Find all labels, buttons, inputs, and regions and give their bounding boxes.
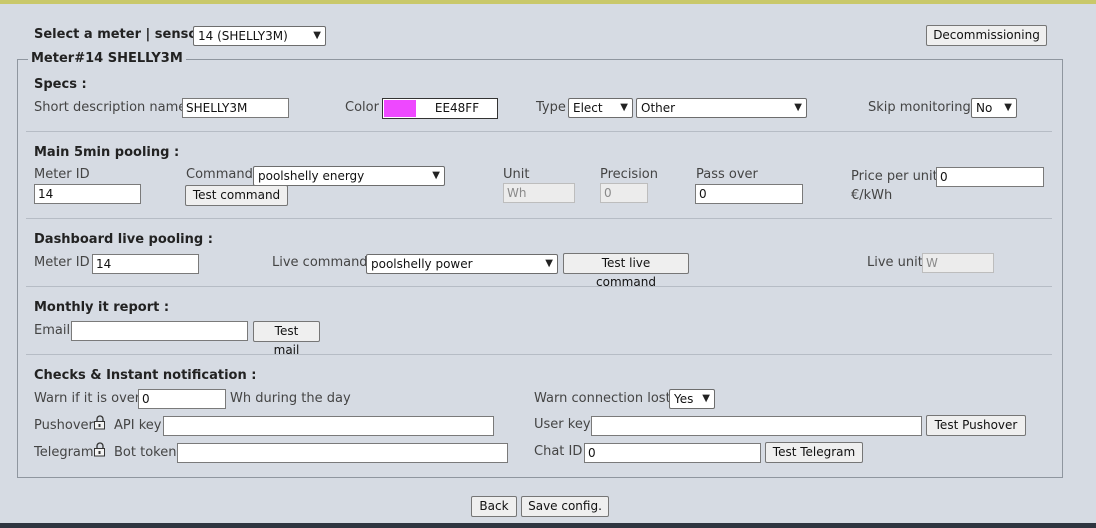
type-select-value: Elect [573, 101, 603, 115]
short-desc-label: Short description name [34, 100, 187, 115]
warn-over-input[interactable] [138, 389, 226, 409]
price-per-unit-label: Price per unit [851, 169, 938, 184]
warn-over-label: Warn if it is over [34, 391, 141, 406]
meter-id-label: Meter ID [34, 167, 90, 182]
pass-over-label: Pass over [696, 167, 758, 182]
padlock-icon[interactable] [93, 442, 108, 457]
monthly-report-title: Monthly it report : [34, 300, 170, 315]
subtype-select[interactable]: Other ▼ [636, 98, 807, 118]
live-pooling-title: Dashboard live pooling : [34, 232, 213, 247]
bot-token-input[interactable] [177, 443, 508, 463]
checks-title: Checks & Instant notification : [34, 368, 257, 383]
command-select[interactable]: poolshelly energy ▼ [253, 166, 445, 186]
chevron-down-icon: ▼ [620, 102, 628, 113]
pass-over-input[interactable] [695, 184, 803, 204]
unit-input [503, 183, 575, 203]
color-input[interactable]: EE48FF [382, 98, 498, 119]
specs-title: Specs : [34, 77, 87, 92]
chevron-down-icon: ▼ [432, 170, 440, 181]
chevron-down-icon: ▼ [545, 258, 553, 269]
meter-select[interactable]: 14 (SHELLY3M) ▼ [193, 26, 326, 46]
taskbar-strip [0, 523, 1096, 528]
telegram-label: Telegram [34, 445, 94, 460]
pushover-label: Pushover [34, 418, 94, 433]
color-swatch [384, 100, 416, 117]
type-select[interactable]: Elect ▼ [568, 98, 633, 118]
meter-select-value: 14 (SHELLY3M) [198, 29, 288, 43]
unit-label: Unit [503, 167, 530, 182]
email-input[interactable] [71, 321, 248, 341]
warn-connection-select[interactable]: Yes ▼ [669, 389, 715, 409]
live-meter-id-label: Meter ID [34, 255, 90, 270]
skip-monitoring-value: No [976, 101, 993, 115]
user-key-input[interactable] [591, 416, 922, 436]
type-label: Type [536, 100, 566, 115]
top-accent-bar [0, 0, 1096, 4]
meter-id-input[interactable] [34, 184, 141, 204]
select-meter-label: Select a meter | sensor : [34, 27, 214, 42]
live-command-select-value: poolshelly power [371, 257, 473, 271]
chevron-down-icon: ▼ [1004, 102, 1012, 113]
test-command-button[interactable]: Test command [185, 185, 288, 206]
command-select-value: poolshelly energy [258, 169, 365, 183]
chevron-down-icon: ▼ [313, 30, 321, 41]
decommissioning-button[interactable]: Decommissioning [926, 25, 1047, 46]
api-key-input[interactable] [163, 416, 494, 436]
precision-input [600, 183, 648, 203]
chevron-down-icon: ▼ [794, 102, 802, 113]
test-pushover-button[interactable]: Test Pushover [926, 415, 1026, 436]
subtype-select-value: Other [641, 101, 676, 115]
color-value: EE48FF [434, 101, 480, 115]
skip-monitoring-label: Skip monitoring [868, 100, 971, 115]
test-mail-button[interactable]: Test mail [253, 321, 320, 357]
divider [26, 354, 1052, 355]
api-key-label: API key [114, 418, 162, 433]
live-unit-label: Live unit [867, 255, 923, 270]
chat-id-label: Chat ID [534, 444, 583, 459]
warn-connection-label: Warn connection lost [534, 391, 671, 406]
live-command-select[interactable]: poolshelly power ▼ [366, 254, 558, 274]
test-live-command-button[interactable]: Test live command [563, 253, 689, 289]
price-unit-text: €/kWh [851, 188, 893, 203]
divider [26, 218, 1052, 219]
price-per-unit-input[interactable] [936, 167, 1044, 187]
save-config-button[interactable]: Save config. [521, 496, 609, 517]
chat-id-input[interactable] [584, 443, 761, 463]
padlock-icon[interactable] [93, 415, 108, 430]
precision-label: Precision [600, 167, 659, 182]
divider [26, 286, 1052, 287]
user-key-label: User key [534, 417, 591, 432]
live-unit-input [922, 253, 994, 273]
live-meter-id-input[interactable] [92, 254, 199, 274]
short-desc-input[interactable] [182, 98, 289, 118]
bot-token-label: Bot token [114, 445, 177, 460]
test-telegram-button[interactable]: Test Telegram [765, 442, 863, 463]
divider [26, 131, 1052, 132]
warn-over-suffix: Wh during the day [230, 391, 351, 406]
warn-connection-value: Yes [674, 392, 694, 406]
chevron-down-icon: ▼ [702, 393, 710, 404]
main-pooling-title: Main 5min pooling : [34, 145, 180, 160]
meter-legend: Meter#14 SHELLY3M [28, 51, 186, 66]
skip-monitoring-select[interactable]: No ▼ [971, 98, 1017, 118]
live-command-label: Live command [272, 255, 368, 270]
email-label: Email [34, 323, 71, 338]
back-button[interactable]: Back [471, 496, 517, 517]
command-label: Command [186, 167, 253, 182]
color-label: Color [345, 100, 379, 115]
